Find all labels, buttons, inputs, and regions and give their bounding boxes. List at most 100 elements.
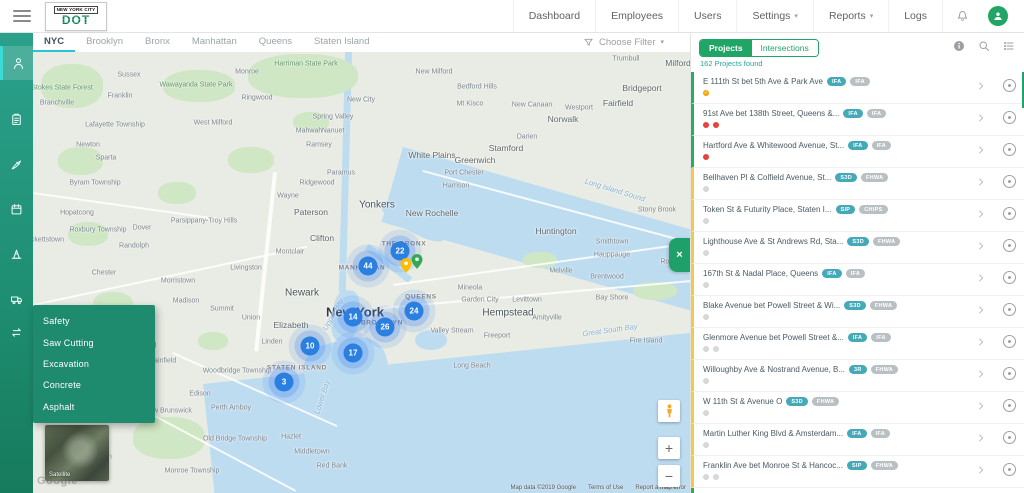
tab-brooklyn[interactable]: Brooklyn	[75, 32, 134, 52]
project-row[interactable]: Lighthouse Ave & St Andrews Rd, Sta...S3…	[691, 232, 1024, 264]
map-cluster-marker[interactable]: 3	[275, 373, 294, 392]
tab-staten-island[interactable]: Staten Island	[303, 32, 380, 52]
map-pin-marker[interactable]	[401, 258, 412, 278]
map-cluster-marker[interactable]: 44	[359, 257, 378, 276]
truck-icon	[9, 292, 24, 307]
chevron-right-icon[interactable]	[976, 241, 986, 251]
pegman-streetview-control[interactable]	[658, 400, 680, 422]
pin-icon	[412, 254, 423, 269]
sidebar-item-calendar[interactable]	[0, 194, 33, 224]
project-row[interactable]: Glenmore Avenue bet Powell Street &...IF…	[691, 328, 1024, 360]
nav-item-reports[interactable]: Reports▾	[813, 0, 888, 32]
eye-icon[interactable]	[1003, 143, 1016, 156]
project-row[interactable]: W 11th St & Avenue OS3DFHWA	[691, 392, 1024, 424]
eye-icon[interactable]	[1003, 335, 1016, 348]
eye-icon[interactable]	[1003, 463, 1016, 476]
map-canvas[interactable]: New YorkYonkersNewarkHempsteadPatersonCl…	[33, 52, 690, 493]
menu-item-excavation[interactable]: Excavation	[33, 359, 155, 369]
app-screen: NEW YORK CITY DOT DashboardEmployeesUser…	[0, 0, 1024, 493]
sidebar-item-clipboard[interactable]	[0, 104, 33, 134]
eye-icon[interactable]	[1003, 399, 1016, 412]
project-title-row: Lighthouse Ave & St Andrews Rd, Sta...S3…	[703, 237, 1017, 246]
chevron-right-icon[interactable]	[976, 369, 986, 379]
eye-icon[interactable]	[1003, 367, 1016, 380]
hamburger-menu-icon[interactable]	[13, 10, 31, 22]
tab-manhattan[interactable]: Manhattan	[181, 32, 248, 52]
tab-intersections[interactable]: Intersections	[752, 40, 818, 56]
nav-item-settings[interactable]: Settings▾	[736, 0, 812, 32]
eye-icon[interactable]	[1003, 271, 1016, 284]
project-row[interactable]: SIPFHWA	[691, 488, 1024, 493]
chevron-right-icon[interactable]	[976, 433, 986, 443]
sidebar-item-swap[interactable]	[0, 317, 33, 347]
chevron-right-icon[interactable]	[976, 273, 986, 283]
map-label: New City	[347, 97, 375, 104]
map-cluster-marker[interactable]: 26	[376, 318, 395, 337]
tab-bronx[interactable]: Bronx	[134, 32, 181, 52]
terms-of-use-link[interactable]: Terms of Use	[588, 485, 623, 491]
chevron-right-icon[interactable]	[976, 465, 986, 475]
project-row[interactable]: Bellhaven Pl & Colfield Avenue, St...S3D…	[691, 168, 1024, 200]
project-row[interactable]: Willoughby Ave & Nostrand Avenue, B...3R…	[691, 360, 1024, 392]
chevron-right-icon[interactable]	[976, 145, 986, 155]
nav-item-employees[interactable]: Employees	[595, 0, 678, 32]
swap-icon	[9, 325, 24, 340]
nav-item-dashboard[interactable]: Dashboard	[513, 0, 595, 32]
list-view-icon[interactable]	[1003, 40, 1015, 52]
eye-icon[interactable]	[1003, 207, 1016, 220]
chevron-right-icon[interactable]	[976, 177, 986, 187]
map-cluster-marker[interactable]: 10	[301, 337, 320, 356]
sidebar-item-person-pin[interactable]	[0, 46, 33, 80]
menu-item-safety[interactable]: Safety	[33, 316, 155, 326]
project-row[interactable]: Blake Avenue bet Powell Street & Wi...S3…	[691, 296, 1024, 328]
map-cluster-marker[interactable]: 17	[344, 344, 363, 363]
row-actions	[976, 79, 1016, 92]
sidebar-item-traffic-cone[interactable]	[0, 239, 33, 269]
eye-icon[interactable]	[1003, 239, 1016, 252]
map-label: Lafayette Township	[85, 122, 145, 129]
project-row[interactable]: Martin Luther King Blvd & Amsterdam...IF…	[691, 424, 1024, 456]
tab-nyc[interactable]: NYC	[33, 32, 75, 52]
row-actions	[976, 239, 1016, 252]
eye-icon[interactable]	[1003, 175, 1016, 188]
tab-projects[interactable]: Projects	[700, 40, 752, 56]
nav-item-users[interactable]: Users	[678, 0, 736, 32]
menu-item-asphalt[interactable]: Asphalt	[33, 402, 155, 412]
map-label: Westport	[565, 105, 593, 112]
project-row[interactable]: Hartford Ave & Whitewood Avenue, St...IF…	[691, 136, 1024, 168]
tab-queens[interactable]: Queens	[248, 32, 303, 52]
satellite-layer-toggle[interactable]: Satellite	[45, 425, 109, 481]
zoom-out-button[interactable]: −	[658, 465, 680, 487]
nav-item-logs[interactable]: Logs	[888, 0, 942, 32]
map-cluster-marker[interactable]: 14	[344, 308, 363, 327]
chevron-right-icon[interactable]	[976, 305, 986, 315]
menu-item-concrete[interactable]: Concrete	[33, 380, 155, 390]
sidebar-item-rocket[interactable]	[0, 149, 33, 179]
project-row[interactable]: 91st Ave bet 138th Street, Queens &...IF…	[691, 104, 1024, 136]
chevron-right-icon[interactable]	[976, 337, 986, 347]
eye-icon[interactable]	[1003, 431, 1016, 444]
project-row[interactable]: 167th St & Nadal Place, QueensIFAIFA	[691, 264, 1024, 296]
project-title: 167th St & Nadal Place, Queens	[703, 269, 818, 278]
map-cluster-marker[interactable]: 24	[405, 302, 424, 321]
choose-filter-dropdown[interactable]: Choose Filter ▾	[583, 32, 690, 52]
chevron-right-icon[interactable]	[976, 81, 986, 91]
info-icon[interactable]	[953, 40, 965, 52]
project-row[interactable]: Token St & Futurity Place, Staten I...SI…	[691, 200, 1024, 232]
eye-icon[interactable]	[1003, 111, 1016, 124]
chevron-right-icon[interactable]	[976, 113, 986, 123]
project-row[interactable]: E 111th St bet 5th Ave & Park AveIFAIFA✓	[691, 72, 1024, 104]
panel-collapse-button[interactable]: ×	[669, 238, 690, 272]
chevron-right-icon[interactable]	[976, 209, 986, 219]
zoom-in-button[interactable]: +	[658, 437, 680, 459]
eye-icon[interactable]	[1003, 303, 1016, 316]
search-icon[interactable]	[978, 40, 990, 52]
menu-item-saw-cutting[interactable]: Saw Cutting	[33, 338, 155, 348]
project-row[interactable]: Franklin Ave bet Monroe St & Hancoc...SI…	[691, 456, 1024, 488]
user-avatar[interactable]	[988, 6, 1008, 26]
chevron-right-icon[interactable]	[976, 401, 986, 411]
eye-icon[interactable]	[1003, 79, 1016, 92]
map-pin-marker[interactable]	[412, 254, 423, 274]
sidebar-item-truck[interactable]	[0, 284, 33, 314]
notifications-button[interactable]	[942, 0, 982, 32]
